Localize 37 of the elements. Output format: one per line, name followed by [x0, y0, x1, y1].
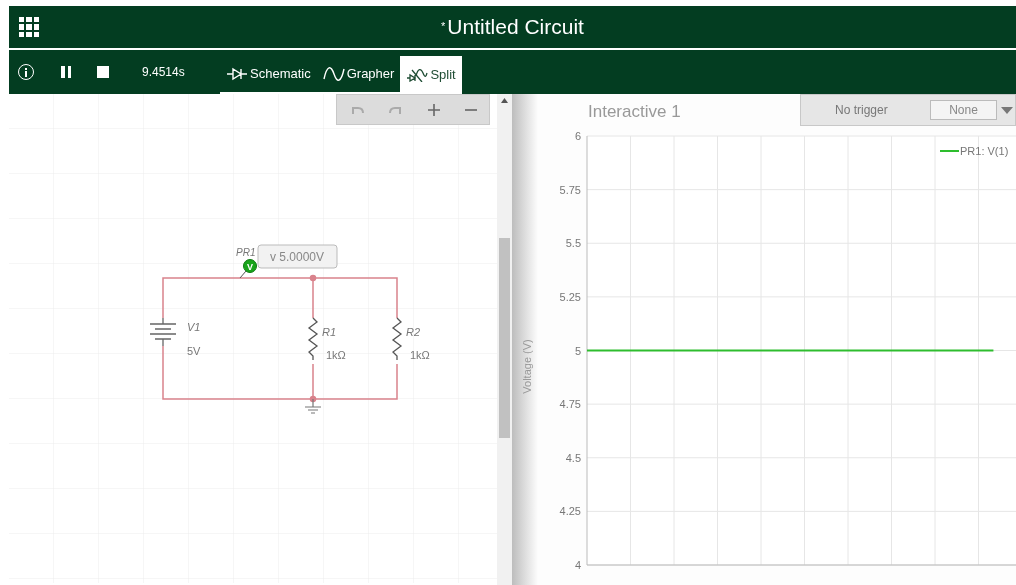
component-value: 1kΩ — [326, 349, 346, 361]
diode-icon — [226, 67, 248, 81]
graph-title: Interactive 1 — [588, 100, 681, 123]
window-title: Untitled Circuit — [447, 14, 584, 41]
zoom-in-icon[interactable] — [427, 103, 440, 116]
component-label: V1 — [187, 321, 201, 333]
y-tick-label: 4.75 — [559, 398, 581, 411]
circuit-drawing[interactable] — [149, 270, 403, 414]
y-tick-label: 4 — [574, 559, 581, 571]
modified-mark: * — [441, 19, 446, 34]
y-tick-label: 4.25 — [559, 505, 581, 518]
diode-wave-icon — [406, 68, 429, 82]
scrollbar-thumb[interactable] — [499, 238, 510, 438]
app-grid-icon[interactable] — [19, 17, 39, 37]
component-value: 1kΩ — [410, 349, 430, 361]
y-tick-label: 5.25 — [559, 290, 581, 303]
pause-icon[interactable] — [61, 66, 71, 78]
view-tab[interactable]: Split — [400, 56, 462, 94]
y-tick-label: 5 — [574, 344, 581, 357]
trigger-label: No trigger — [835, 102, 888, 119]
probe-reading: v 5.0000V — [257, 244, 338, 269]
y-tick-label: 5.5 — [565, 237, 581, 250]
probe-label: PR1 — [236, 247, 256, 258]
wave-icon — [322, 67, 345, 81]
component-label: R1 — [322, 326, 337, 338]
component-value: 5V — [187, 345, 201, 357]
y-tick-label: 4.5 — [565, 451, 581, 464]
y-axis-label: Voltage (V) — [521, 339, 533, 394]
y-tick-label: 6 — [574, 130, 581, 142]
y-tick-label: 5.75 — [559, 183, 581, 196]
legend-label: PR1: V(1) — [960, 145, 1009, 157]
scroll-up-icon[interactable] — [501, 98, 508, 103]
legend-entry: PR1: V(1) — [939, 145, 1009, 157]
simulation-time: 9.4514s — [142, 64, 186, 81]
component-label: R2 — [406, 326, 421, 338]
dropdown-caret-icon — [1001, 106, 1013, 114]
schematic-canvas[interactable]: V1 5V R1 1kΩ R2 1kΩ PR1 V v 5.0000V — [9, 94, 497, 585]
